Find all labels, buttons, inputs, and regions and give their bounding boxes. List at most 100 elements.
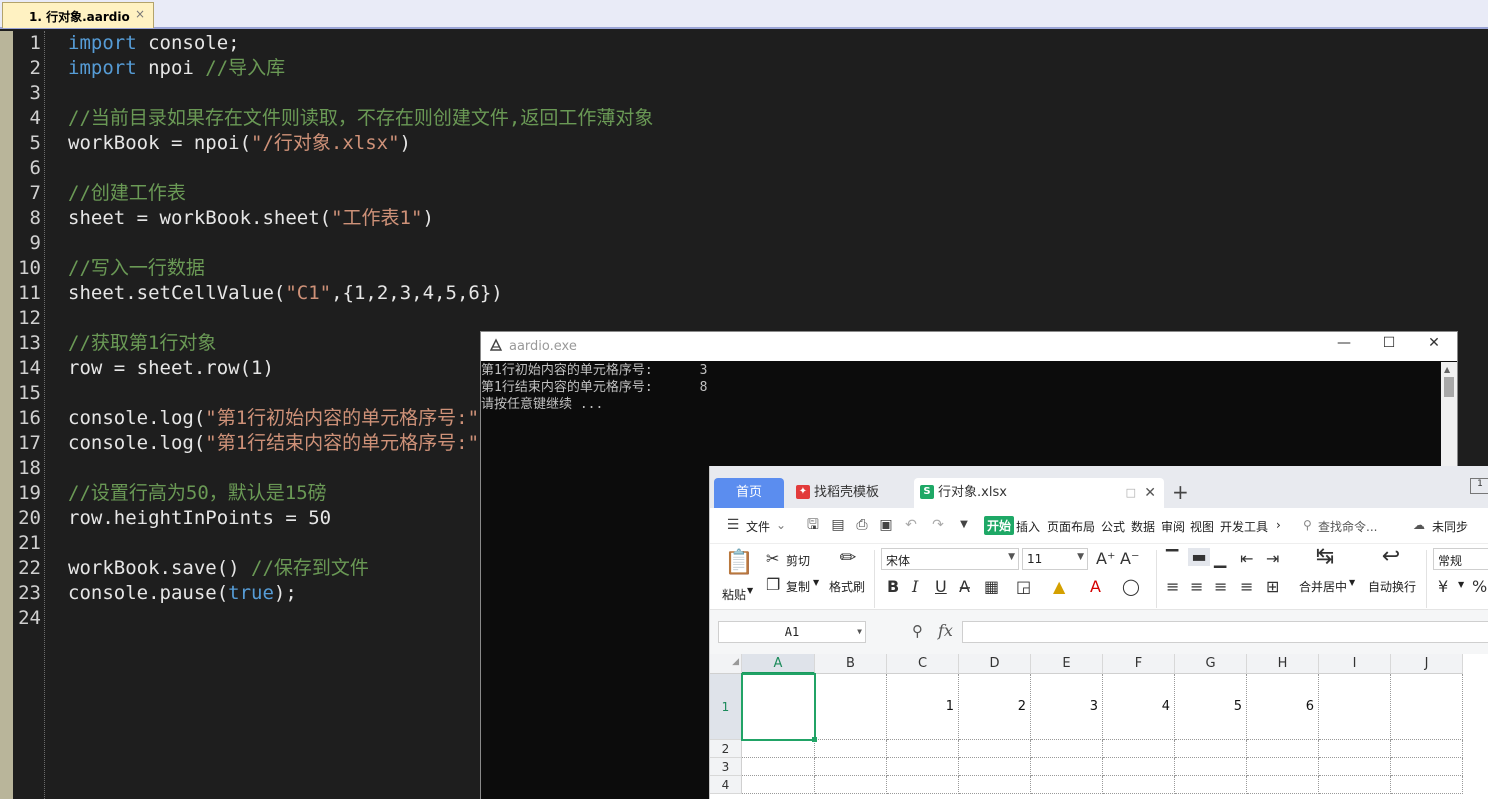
close-icon[interactable]: ✕ xyxy=(1144,478,1156,508)
command-search[interactable]: 查找命令... xyxy=(1318,518,1377,535)
select-all-corner[interactable]: ◢ xyxy=(710,654,742,674)
chevron-down-icon[interactable]: ▼ xyxy=(813,578,819,587)
cut-icon[interactable]: ✂ xyxy=(766,550,779,568)
window-layout-icon[interactable]: 1 xyxy=(1470,478,1488,494)
minimize-icon[interactable]: — xyxy=(1329,335,1359,357)
indent-increase-icon[interactable]: ⇥ xyxy=(1266,550,1279,568)
cell-C3[interactable] xyxy=(887,758,959,776)
zoom-icon[interactable]: ⚲ xyxy=(912,622,923,640)
cell-H2[interactable] xyxy=(1247,740,1319,758)
chevron-down-icon[interactable]: ▼ xyxy=(747,586,753,595)
menu-formula[interactable]: 公式 xyxy=(1101,518,1125,535)
float-window-icon[interactable]: □ xyxy=(1126,478,1136,508)
justify-icon[interactable]: ≡ xyxy=(1240,578,1253,596)
undo-icon[interactable]: ↶ xyxy=(902,516,920,534)
cell-B3[interactable] xyxy=(815,758,887,776)
maximize-icon[interactable]: ☐ xyxy=(1374,335,1404,357)
align-right-icon[interactable]: ≡ xyxy=(1214,578,1227,596)
cell-J4[interactable] xyxy=(1391,776,1463,794)
format-painter-icon[interactable]: ✏ xyxy=(838,547,858,567)
chevron-down-icon[interactable]: ⌄ xyxy=(776,518,786,532)
cell-H3[interactable] xyxy=(1247,758,1319,776)
menu-start[interactable]: 开始 xyxy=(984,516,1015,535)
column-header[interactable]: D xyxy=(959,654,1031,674)
column-header[interactable]: B xyxy=(815,654,887,674)
row-header[interactable]: 1 xyxy=(710,674,742,740)
fx-icon[interactable]: fx xyxy=(938,621,953,640)
indent-decrease-icon[interactable]: ⇤ xyxy=(1240,550,1253,568)
code-line[interactable]: row = sheet.row(1) xyxy=(68,356,274,381)
menu-review[interactable]: 审阅 xyxy=(1161,518,1185,535)
cell-E4[interactable] xyxy=(1031,776,1103,794)
tab-file[interactable]: S 行对象.xlsx □ ✕ xyxy=(914,478,1164,508)
merge-center-button[interactable]: 合并居中 xyxy=(1299,578,1347,595)
cell-F4[interactable] xyxy=(1103,776,1175,794)
cell-C1[interactable]: 1 xyxy=(887,674,959,740)
cell-C4[interactable] xyxy=(887,776,959,794)
cell-D3[interactable] xyxy=(959,758,1031,776)
cell-J3[interactable] xyxy=(1391,758,1463,776)
fill-handle[interactable] xyxy=(812,737,817,742)
cell-E2[interactable] xyxy=(1031,740,1103,758)
console-title-bar[interactable]: aardio.exe — ☐ ✕ xyxy=(481,332,1457,361)
chevron-right-icon[interactable]: › xyxy=(1276,518,1281,532)
column-header[interactable]: H xyxy=(1247,654,1319,674)
cell-G4[interactable] xyxy=(1175,776,1247,794)
wrap-text-button[interactable]: 自动换行 xyxy=(1368,578,1416,595)
cell-F2[interactable] xyxy=(1103,740,1175,758)
print-preview-icon[interactable]: ▣ xyxy=(877,516,895,534)
cell-G3[interactable] xyxy=(1175,758,1247,776)
merge-icon[interactable]: ↹ xyxy=(1314,546,1336,568)
column-header[interactable]: I xyxy=(1319,654,1391,674)
tab-home[interactable]: 首页 xyxy=(714,478,784,508)
export-icon[interactable]: ▤ xyxy=(829,516,847,534)
menu-developer[interactable]: 开发工具 xyxy=(1220,518,1268,535)
align-center-icon[interactable]: ≡ xyxy=(1190,578,1203,596)
column-header[interactable]: E xyxy=(1031,654,1103,674)
cell-I4[interactable] xyxy=(1319,776,1391,794)
cell-D1[interactable]: 2 xyxy=(959,674,1031,740)
formula-input[interactable] xyxy=(962,621,1488,643)
font-name-select[interactable]: 宋体 ▼ xyxy=(881,548,1019,570)
code-line[interactable]: sheet = workBook.sheet("工作表1") xyxy=(68,206,434,231)
cell-D4[interactable] xyxy=(959,776,1031,794)
column-header[interactable]: A xyxy=(742,654,815,674)
column-header[interactable]: G xyxy=(1175,654,1247,674)
copy-button[interactable]: 复制 xyxy=(786,578,810,595)
wrap-text-icon[interactable]: ↩ xyxy=(1380,546,1402,568)
menu-insert[interactable]: 插入 xyxy=(1016,518,1040,535)
cell-I1[interactable] xyxy=(1319,674,1391,740)
cell-E3[interactable] xyxy=(1031,758,1103,776)
row-header[interactable]: 4 xyxy=(710,776,742,794)
fill-color-icon[interactable]: ▲ xyxy=(1053,578,1065,596)
align-middle-icon[interactable]: ▬ xyxy=(1188,548,1210,566)
chevron-down-icon[interactable]: ▼ xyxy=(1349,578,1355,587)
strikethrough-icon[interactable]: A̶ xyxy=(959,578,970,596)
fill-style-icon[interactable]: ◲ xyxy=(1016,578,1031,596)
cell-F3[interactable] xyxy=(1103,758,1175,776)
menu-data[interactable]: 数据 xyxy=(1131,518,1155,535)
paste-icon[interactable]: 📋 xyxy=(724,548,754,576)
menu-view[interactable]: 视图 xyxy=(1190,518,1214,535)
code-line[interactable]: import npoi //导入库 xyxy=(68,56,285,81)
new-tab-icon[interactable]: + xyxy=(1172,478,1189,506)
align-left-icon[interactable]: ≡ xyxy=(1166,578,1179,596)
decrease-font-icon[interactable]: A⁻ xyxy=(1120,550,1139,568)
border-icon[interactable]: ▦ xyxy=(984,578,999,596)
cell-A3[interactable] xyxy=(742,758,815,776)
name-box[interactable]: A1 ▼ xyxy=(718,621,866,643)
chevron-down-icon[interactable]: ▼ xyxy=(1458,580,1464,589)
sync-status[interactable]: 未同步 xyxy=(1432,518,1468,535)
cell-G1[interactable]: 5 xyxy=(1175,674,1247,740)
cell-B2[interactable] xyxy=(815,740,887,758)
column-header[interactable]: F xyxy=(1103,654,1175,674)
cell-grid[interactable]: ◢ A B C D E F G H I J 1 1 2 3 4 5 6 2 3 4 xyxy=(710,654,1488,799)
align-bottom-icon[interactable]: ▁ xyxy=(1214,550,1226,568)
column-header[interactable]: J xyxy=(1391,654,1463,674)
cell-I3[interactable] xyxy=(1319,758,1391,776)
code-line[interactable]: //创建工作表 xyxy=(68,181,186,206)
cell-B4[interactable] xyxy=(815,776,887,794)
tab-template[interactable]: ✦ 找稻壳模板 xyxy=(790,478,910,508)
redo-icon[interactable]: ↷ xyxy=(929,516,947,534)
menu-page-layout[interactable]: 页面布局 xyxy=(1047,518,1095,535)
